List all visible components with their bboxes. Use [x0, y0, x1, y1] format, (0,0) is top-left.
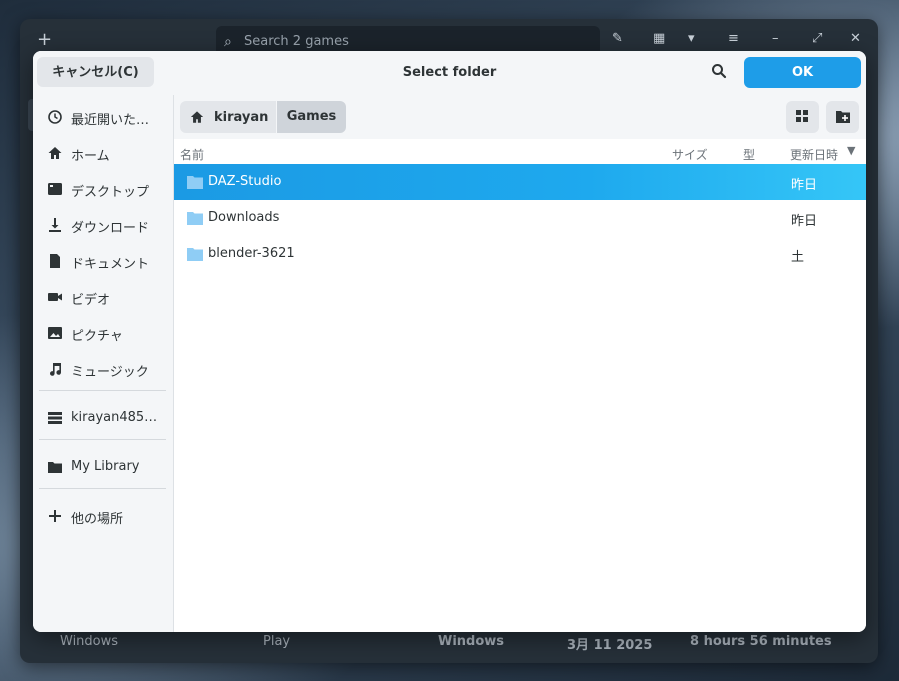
sidebar-item-downloads[interactable]: ダウンロード — [33, 207, 173, 243]
search-button[interactable] — [711, 63, 731, 83]
file-modified: 昨日 — [791, 178, 818, 193]
play-button[interactable]: Play — [263, 634, 290, 649]
sidebar-item-label: ホーム — [71, 149, 110, 164]
folder-icon — [187, 212, 203, 225]
sidebar-item-my-library[interactable]: My Library — [33, 449, 173, 485]
picture-icon — [48, 327, 62, 339]
sidebar-item-label: デスクトップ — [71, 185, 150, 200]
sidebar-item-documents[interactable]: ドキュメント — [33, 243, 173, 279]
folder-icon — [187, 176, 203, 189]
sidebar-separator — [39, 390, 166, 391]
sidebar-separator — [39, 488, 166, 489]
column-size[interactable]: サイズ — [672, 146, 708, 163]
home-icon — [190, 111, 204, 123]
sidebar-item-label: ミュージック — [71, 365, 149, 380]
file-browser: kirayan Games 名前 サイズ 型 更新日時 ▼ DAZ-Studio… — [174, 95, 866, 632]
close-icon[interactable]: ✕ — [850, 31, 861, 46]
sidebar-item-drive[interactable]: kirayan485… — [33, 400, 173, 436]
sidebar-item-label: ビデオ — [71, 293, 111, 308]
sidebar-item-desktop[interactable]: デスクトップ — [33, 171, 173, 207]
file-modified: 昨日 — [791, 214, 818, 229]
breadcrumb-home-label: kirayan — [214, 110, 269, 125]
chevron-down-icon[interactable]: ▾ — [688, 31, 695, 46]
new-folder-icon — [836, 111, 850, 123]
column-headers: 名前 サイズ 型 更新日時 ▼ — [174, 139, 866, 165]
sidebar-item-label: ピクチャ — [71, 329, 123, 344]
dialog-title: Select folder — [402, 65, 497, 80]
sidebar-item-videos[interactable]: ビデオ — [33, 279, 173, 315]
sidebar-item-recent[interactable]: 最近開いた… — [33, 99, 173, 135]
video-icon — [48, 293, 62, 301]
tools-icon[interactable]: ✎ — [612, 31, 623, 46]
playtime-label: 8 hours 56 minutes — [690, 634, 832, 649]
document-icon — [50, 254, 60, 268]
file-name: DAZ-Studio — [208, 174, 282, 189]
places-sidebar: 最近開いた… ホーム デスクトップ ダウンロード ドキュメント ビデオ ピクチャ — [33, 95, 174, 632]
ok-button[interactable]: OK — [744, 57, 861, 88]
file-row[interactable]: Downloads 昨日 — [174, 200, 866, 236]
last-played-date: 3月 11 2025 — [567, 638, 653, 653]
new-folder-button[interactable] — [826, 101, 859, 133]
grid-view-icon — [796, 110, 808, 122]
folder-icon — [48, 462, 62, 473]
sort-descending-icon[interactable]: ▼ — [847, 144, 855, 157]
plus-icon — [49, 510, 61, 522]
file-modified: 土 — [791, 250, 805, 265]
sidebar-item-pictures[interactable]: ピクチャ — [33, 315, 173, 351]
column-modified[interactable]: 更新日時 — [790, 146, 838, 163]
sidebar-item-label: ダウンロード — [71, 221, 150, 236]
platform-label: Windows — [438, 634, 505, 649]
sidebar-item-music[interactable]: ミュージック — [33, 351, 173, 387]
sidebar-separator — [39, 439, 166, 440]
game-search-placeholder: Search 2 games — [244, 34, 349, 49]
drive-icon — [48, 412, 62, 424]
folder-icon — [187, 248, 203, 261]
add-game-icon[interactable]: + — [37, 29, 52, 50]
download-icon — [49, 218, 61, 232]
sidebar-item-label: ドキュメント — [71, 257, 150, 272]
sidebar-item-label: 最近開いた… — [71, 113, 150, 128]
recent-icon — [48, 110, 62, 124]
column-name[interactable]: 名前 — [180, 146, 204, 163]
music-icon — [50, 363, 61, 376]
minimize-icon[interactable]: – — [772, 31, 779, 46]
sidebar-item-home[interactable]: ホーム — [33, 135, 173, 171]
file-name: Downloads — [208, 210, 280, 225]
menu-icon[interactable]: ≡ — [728, 31, 739, 46]
view-toggle-button[interactable] — [786, 101, 819, 133]
select-folder-dialog: キャンセル(C) Select folder OK 最近開いた… ホーム デスク… — [33, 51, 866, 632]
dialog-header: キャンセル(C) Select folder OK — [33, 51, 866, 95]
bottom-left-label: Windows — [60, 634, 119, 649]
file-row[interactable]: DAZ-Studio 昨日 — [174, 164, 866, 200]
desktop-icon — [48, 183, 62, 195]
file-row[interactable]: blender-3621 土 — [174, 236, 866, 272]
sidebar-item-other-locations[interactable]: 他の場所 — [33, 498, 173, 534]
maximize-icon[interactable]: ⤢ — [812, 31, 822, 46]
home-icon — [48, 147, 62, 159]
sidebar-item-label: kirayan485… — [71, 410, 158, 425]
breadcrumb-home[interactable]: kirayan — [180, 101, 276, 133]
sidebar-item-label: My Library — [71, 459, 140, 474]
path-bar: kirayan Games — [174, 95, 866, 139]
search-icon — [712, 64, 727, 79]
sidebar-item-label: 他の場所 — [71, 512, 124, 527]
breadcrumb-current[interactable]: Games — [277, 101, 346, 133]
grid-view-icon[interactable]: ▦ — [653, 31, 665, 46]
column-type[interactable]: 型 — [743, 146, 755, 163]
file-name: blender-3621 — [208, 246, 295, 261]
